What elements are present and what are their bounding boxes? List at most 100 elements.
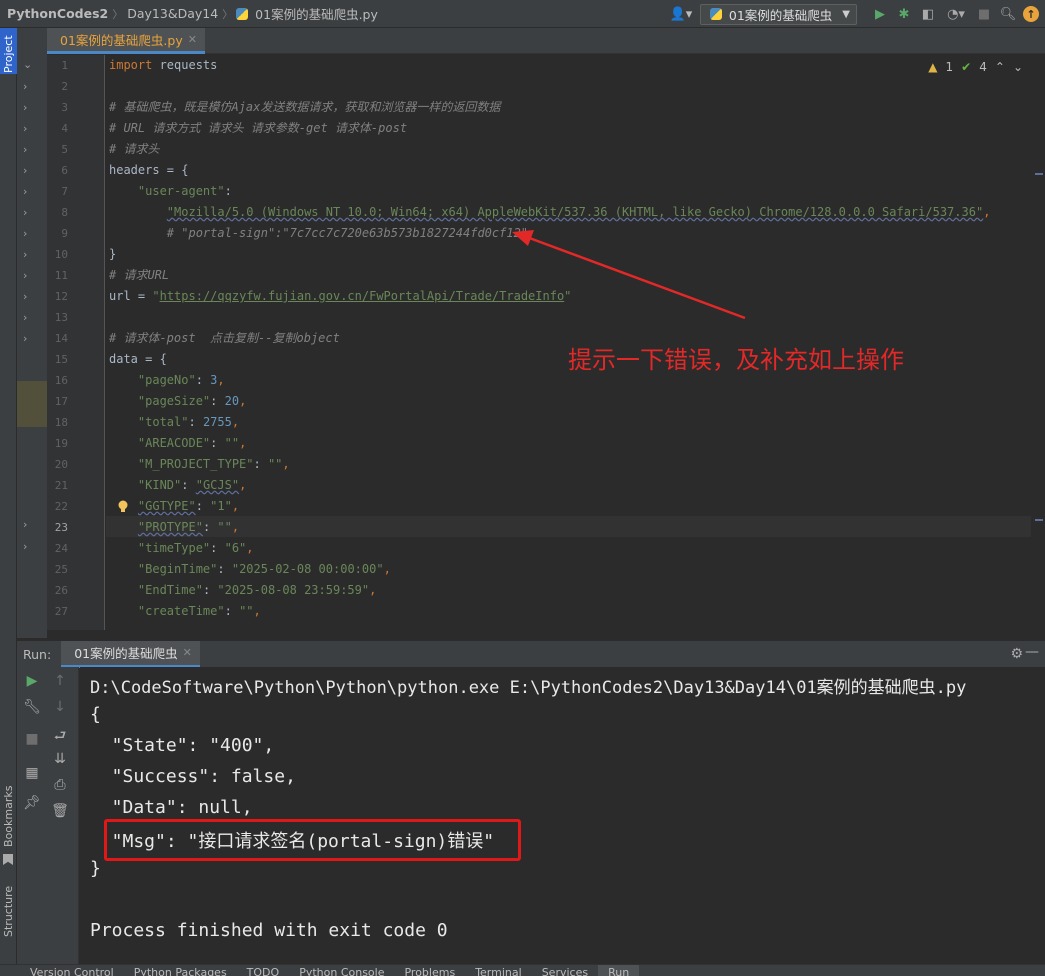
code-line[interactable]: "total": 2755, [109,412,239,433]
line-number[interactable]: 27 [55,605,68,618]
code-line[interactable]: # 请求URL [109,265,169,286]
code-line[interactable]: "KIND": "GCJS", [109,475,246,496]
code-line[interactable]: "EndTime": "2025-08-08 23:59:59", [109,580,376,601]
line-number[interactable]: 14 [55,332,68,345]
code-line[interactable]: "timeType": "6", [109,538,254,559]
wrench-icon[interactable]: 🔧︎ [22,699,42,715]
todo-tab[interactable]: TODO [237,965,290,976]
editor-scrollbar[interactable] [1031,55,1045,630]
line-number[interactable]: 18 [55,416,68,429]
lightbulb-icon[interactable] [118,500,128,514]
line-number[interactable]: 11 [55,269,68,282]
chevron-right-icon[interactable]: › [23,143,27,156]
code-line[interactable]: "AREACODE": "", [109,433,246,454]
line-number[interactable]: 25 [55,563,68,576]
line-number[interactable]: 23 [55,521,68,534]
run-icon[interactable]: ▶ [871,5,889,23]
run-configuration-selector[interactable]: 01案例的基础爬虫 ▼ [699,3,857,25]
coverage-icon[interactable]: ◧ [919,5,937,23]
line-number[interactable]: 7 [61,185,68,198]
bookmarks-tool-tab[interactable]: Bookmarks [0,785,17,846]
code-line[interactable]: url = "https://qqzyfw.fujian.gov.cn/FwPo… [109,286,571,307]
chevron-right-icon[interactable]: › [23,290,27,303]
code-line[interactable]: "createTime": "", [109,601,261,622]
python-console-tab[interactable]: Python Console [289,965,394,976]
python-packages-tab[interactable]: Python Packages [124,965,237,976]
chevron-right-icon[interactable]: › [23,269,27,282]
code-line[interactable]: "pageNo": 3, [109,370,225,391]
chevron-right-icon[interactable]: › [23,206,27,219]
pin-icon[interactable]: 📌︎ [22,795,42,811]
minimize-icon[interactable]: — [1025,644,1039,660]
chevron-right-icon[interactable]: › [23,311,27,324]
chevron-up-icon[interactable]: ⌃ [995,60,1005,74]
line-number[interactable]: 16 [55,374,68,387]
chevron-right-icon[interactable]: › [23,185,27,198]
arrow-up-icon[interactable]: ↑ [50,673,70,689]
rerun-icon[interactable]: ▶ [22,673,42,689]
breadcrumb-project[interactable]: PythonCodes2 [0,6,112,21]
line-number[interactable]: 19 [55,437,68,450]
run-tab[interactable]: 01案例的基础爬虫 ✕ [61,640,200,668]
line-number[interactable]: 3 [61,101,68,114]
close-icon[interactable]: ✕ [183,646,192,659]
line-number[interactable]: 24 [55,542,68,555]
chevron-down-icon[interactable]: ⌄ [23,58,32,71]
line-number[interactable]: 6 [61,164,68,177]
line-number[interactable]: 4 [61,122,68,135]
line-number[interactable]: 8 [61,206,68,219]
breadcrumb-file[interactable]: 01案例的基础爬虫.py [251,4,382,23]
code-line[interactable]: # "portal-sign":"7c7cc7c720e63b573b18272… [109,223,528,244]
breadcrumb-folder[interactable]: Day13&Day14 [123,6,222,21]
code-line[interactable]: # 基础爬虫，既是模仿Ajax发送数据请求，获取和浏览器一样的返回数据 [109,97,500,118]
chevron-right-icon[interactable]: › [23,332,27,345]
stop-icon[interactable]: ■ [22,731,42,747]
chevron-right-icon[interactable]: › [23,80,27,93]
code-line[interactable]: "user-agent": [109,181,232,202]
line-number[interactable]: 21 [55,479,68,492]
arrow-down-icon[interactable]: ↓ [50,699,70,715]
line-number[interactable]: 12 [55,290,68,303]
soft-wrap-icon[interactable]: ⮐ [50,725,70,749]
close-icon[interactable]: ✕ [188,33,197,46]
code-line[interactable]: "pageSize": 20, [109,391,246,412]
line-number[interactable]: 22 [55,500,68,513]
line-number[interactable]: 2 [61,80,68,93]
chevron-right-icon[interactable]: › [23,248,27,261]
version-control-tab[interactable]: Version Control [0,965,124,976]
line-number[interactable]: 9 [61,227,68,240]
code-line[interactable]: headers = { [109,160,188,181]
code-line[interactable]: "BeginTime": "2025-02-08 00:00:00", [109,559,391,580]
profile-icon[interactable]: ◔▾ [943,5,969,23]
code-line[interactable]: # 请求体-post 点击复制--复制object [109,328,340,349]
selected-tree-item[interactable] [17,381,47,427]
code-line[interactable]: "GGTYPE": "1", [109,496,239,517]
user-icon[interactable]: 👤▾ [668,5,694,23]
console-output[interactable]: D:\CodeSoftware\Python\Python\python.exe… [80,667,1045,964]
code-line[interactable]: # 请求头 [109,139,159,160]
line-number[interactable]: 5 [61,143,68,156]
print-icon[interactable]: ⎙ [50,777,70,793]
line-number[interactable]: 10 [55,248,68,261]
search-icon[interactable]: 🔍︎ [999,5,1017,23]
structure-tool-tab[interactable]: Structure [0,884,17,938]
problems-tab[interactable]: Problems [394,965,465,976]
terminal-tab[interactable]: Terminal [465,965,532,976]
code-line[interactable]: import requests [109,55,217,76]
layout-icon[interactable]: ▦ [22,765,42,781]
line-number[interactable]: 17 [55,395,68,408]
line-number[interactable]: 13 [55,311,68,324]
chevron-right-icon[interactable]: › [23,101,27,114]
code-line[interactable]: # URL 请求方式 请求头 请求参数-get 请求体-post [109,118,407,139]
debug-icon[interactable]: ✱ [895,5,913,23]
gear-icon[interactable]: ⚙ [1010,646,1023,662]
line-number[interactable]: 26 [55,584,68,597]
chevron-down-icon[interactable]: ⌄ [1013,60,1023,74]
services-tab[interactable]: Services [532,965,598,976]
inspection-widget[interactable]: ▲ 1 ✔ 4 ⌃ ⌄ [928,60,1023,74]
code-line[interactable]: "PROTYPE": "", [109,517,239,538]
editor-tab-file[interactable]: 01案例的基础爬虫.py ✕ [47,28,205,54]
chevron-right-icon[interactable]: › [23,227,27,240]
scroll-to-end-icon[interactable]: ⇊ [50,751,70,767]
update-icon[interactable]: ↑ [1023,6,1039,22]
